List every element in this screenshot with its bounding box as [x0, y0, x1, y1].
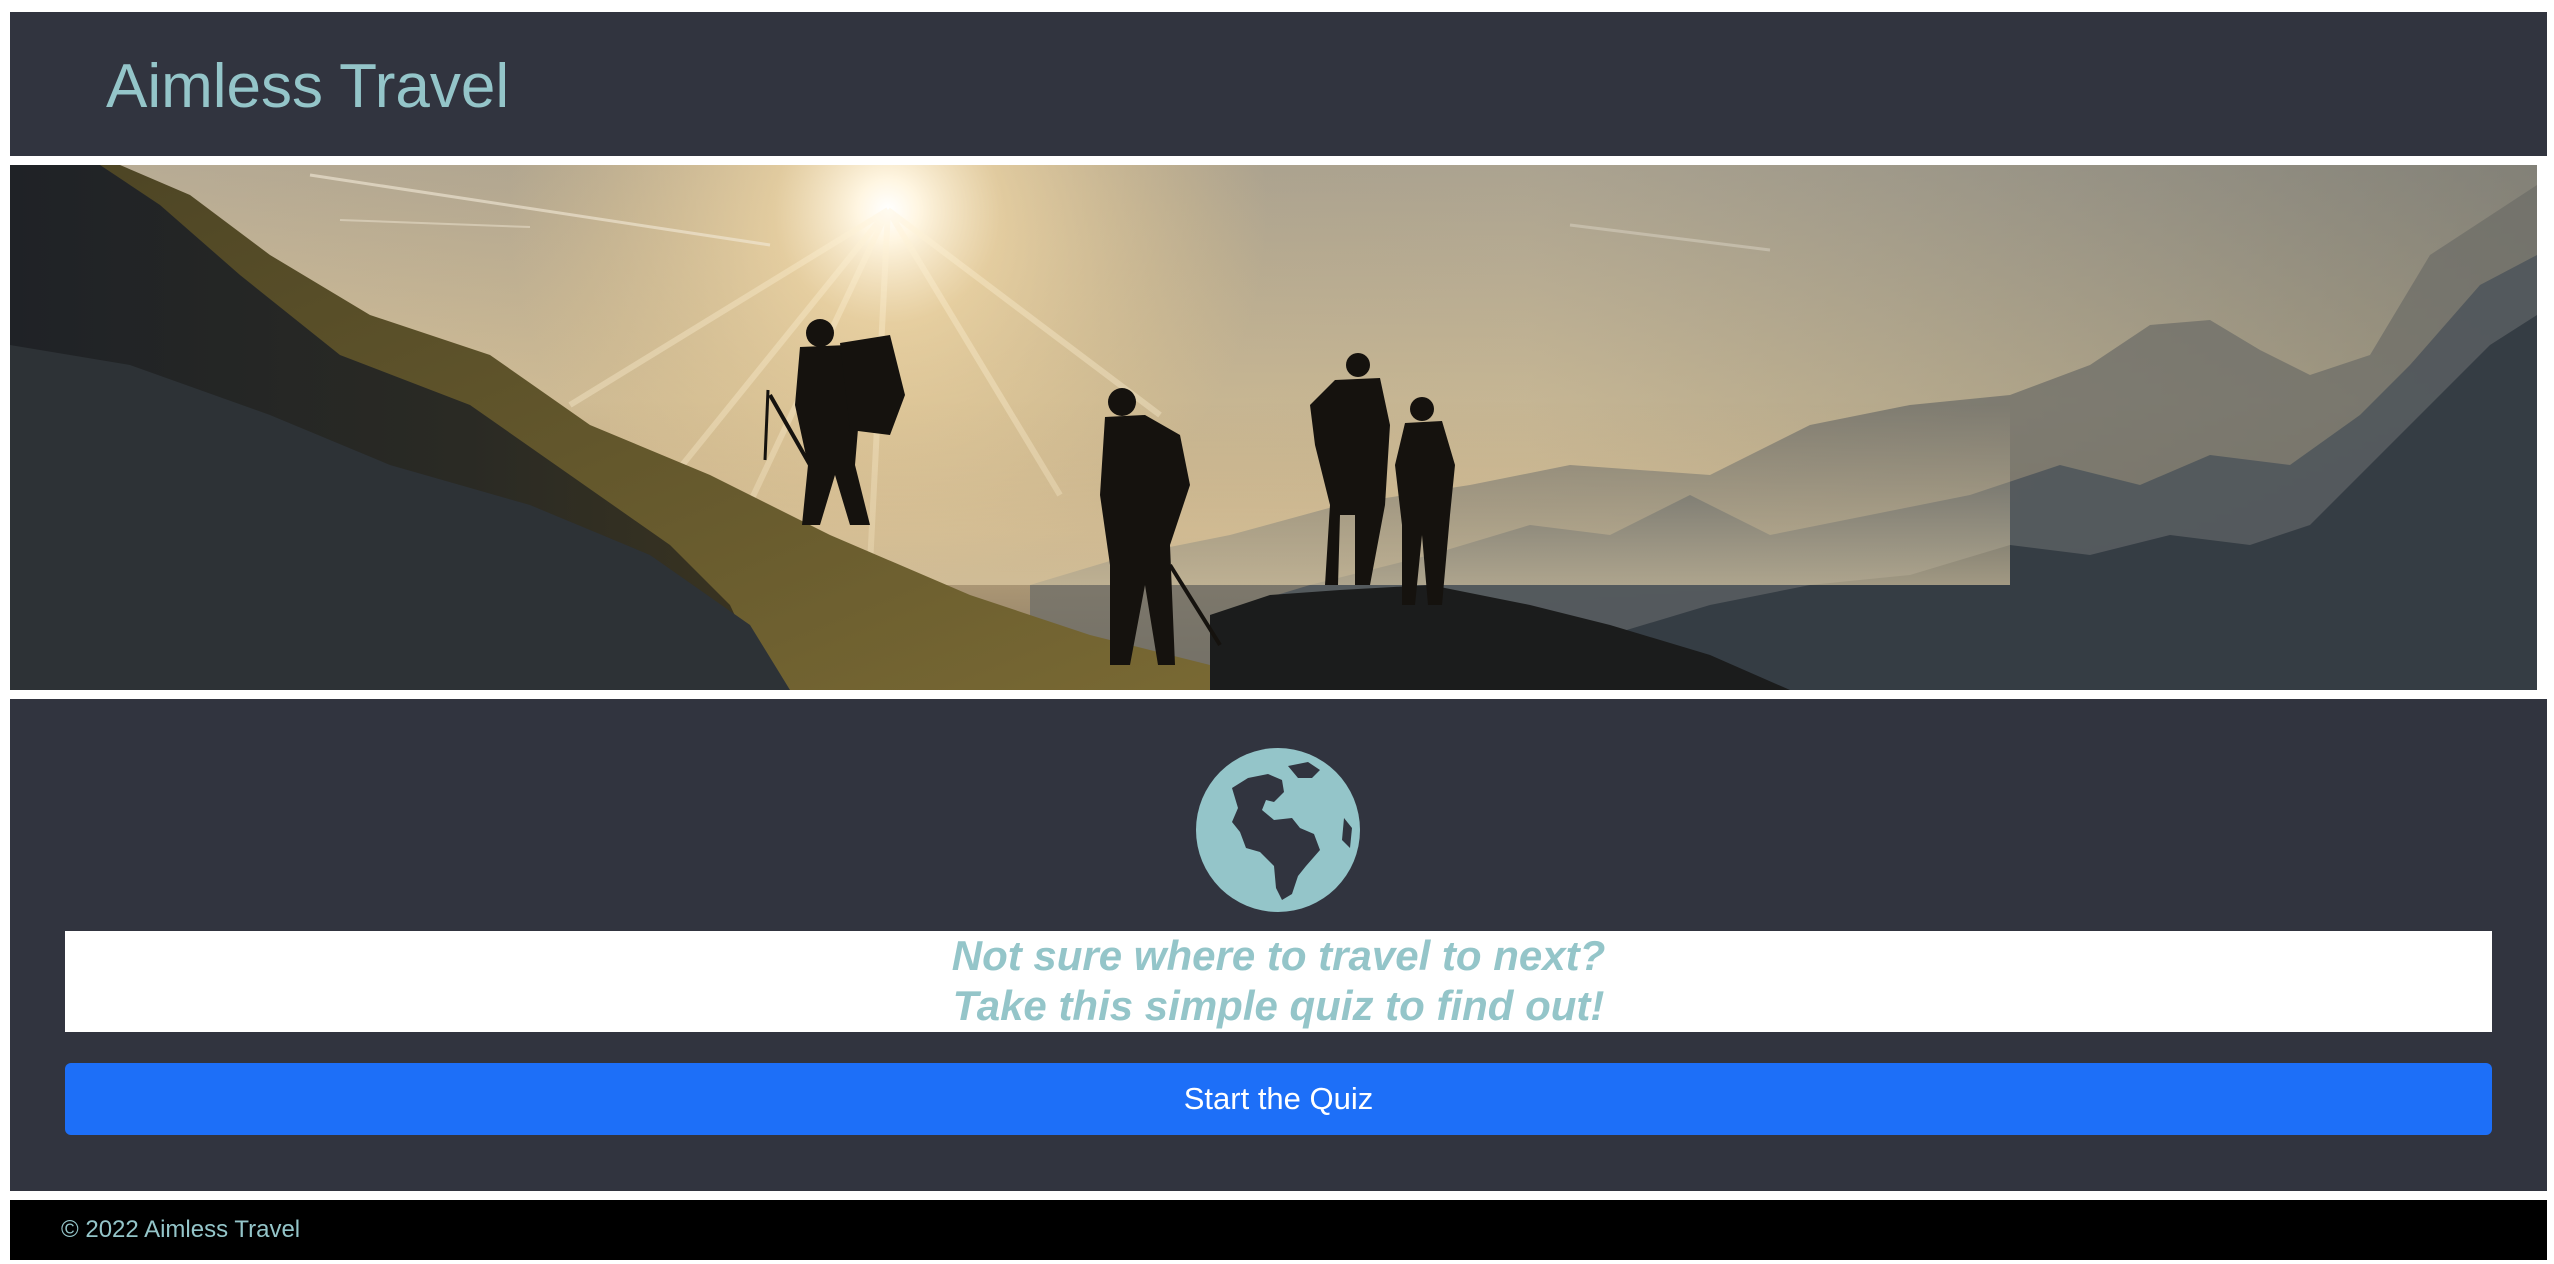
copyright-text: © 2022 Aimless Travel	[61, 1216, 301, 1243]
globe-icon	[1196, 748, 1360, 912]
hero-image	[10, 165, 2537, 690]
site-footer: © 2022 Aimless Travel	[10, 1200, 2547, 1260]
quiz-prompt: Not sure where to travel to next? Take t…	[65, 931, 2492, 1032]
site-title[interactable]: Aimless Travel	[106, 50, 509, 124]
hikers-sunset-photo	[10, 165, 2537, 690]
quiz-intro-panel: Not sure where to travel to next? Take t…	[10, 699, 2547, 1191]
prompt-line-1: Not sure where to travel to next?	[951, 932, 1606, 979]
site-header: Aimless Travel	[10, 12, 2547, 156]
prompt-line-2: Take this simple quiz to find out!	[952, 982, 1605, 1029]
start-quiz-button[interactable]: Start the Quiz	[65, 1063, 2492, 1135]
